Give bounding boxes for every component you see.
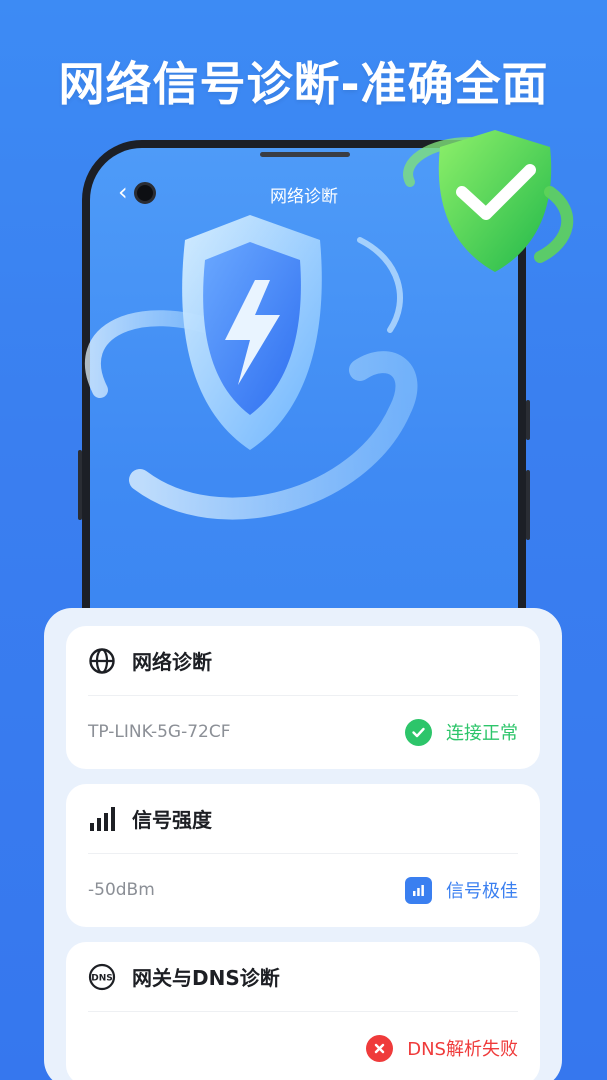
error-circle-icon [366, 1034, 394, 1062]
card-header: DNS 网关与DNS诊断 [88, 942, 518, 1012]
status-text: 连接正常 [446, 723, 518, 744]
dns-status: DNS解析失败 [366, 1034, 518, 1062]
signal-dbm-value: -50dBm [88, 880, 155, 900]
card-title: 网关与DNS诊断 [132, 966, 280, 990]
connection-status: 连接正常 [405, 718, 518, 746]
card-body: TP-LINK-5G-72CF 连接正常 [88, 696, 518, 768]
globe-icon [88, 647, 116, 675]
phone-side-button [526, 470, 530, 540]
card-header: 信号强度 [88, 784, 518, 854]
page-headline: 网络信号诊断-准确全面 [58, 57, 549, 111]
gateway-dns-card[interactable]: DNS 网关与DNS诊断 DNS解析失败 [66, 942, 540, 1080]
card-body: -50dBm 信号极佳 [88, 854, 518, 926]
card-title: 网络诊断 [132, 650, 212, 674]
card-title: 信号强度 [132, 808, 212, 832]
shield-lightning-illustration [85, 215, 418, 520]
network-diagnosis-card[interactable]: 网络诊断 TP-LINK-5G-72CF 连接正常 [66, 626, 540, 769]
svg-text:DNS: DNS [91, 973, 113, 983]
wifi-ssid-value: TP-LINK-5G-72CF [88, 722, 231, 742]
diagnosis-panel: 网络诊断 TP-LINK-5G-72CF 连接正常 信号强度 -50dBm 信号… [44, 608, 562, 1080]
phone-side-button [526, 400, 530, 440]
signal-bars-icon [88, 805, 116, 833]
status-text: DNS解析失败 [407, 1039, 518, 1060]
dns-icon: DNS [88, 963, 116, 991]
signal-status: 信号极佳 [405, 876, 518, 904]
card-header: 网络诊断 [88, 626, 518, 696]
check-circle-icon [405, 718, 432, 746]
phone-speaker [260, 152, 350, 157]
signal-strength-card[interactable]: 信号强度 -50dBm 信号极佳 [66, 784, 540, 927]
status-text: 信号极佳 [446, 881, 518, 902]
check-shield-badge-icon [403, 130, 574, 272]
card-body: DNS解析失败 [88, 1012, 518, 1080]
signal-chart-icon [405, 876, 432, 904]
